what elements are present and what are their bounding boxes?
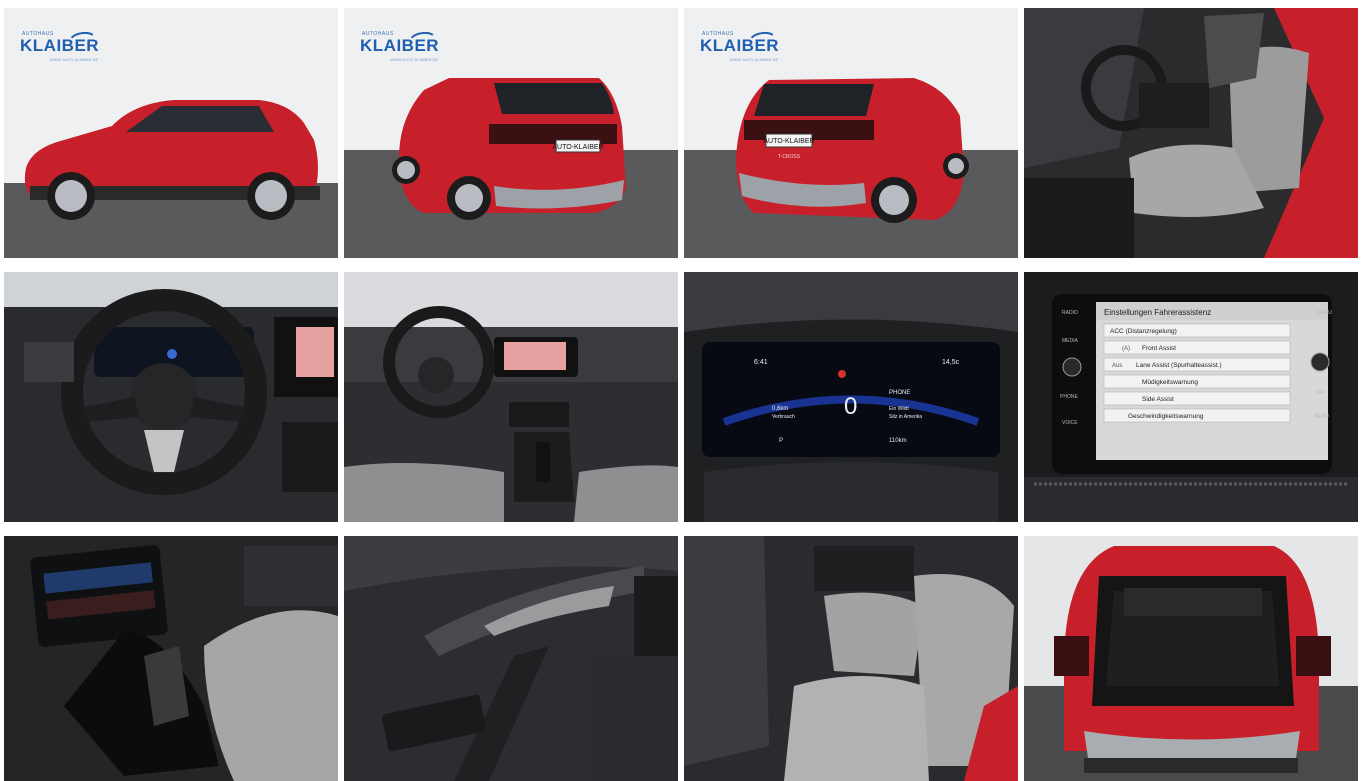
steering-wheel-image bbox=[4, 272, 338, 522]
infotainment-item-4: Müdigkeitswarnung bbox=[1142, 379, 1198, 386]
infotainment-label-a: (A) bbox=[1122, 346, 1130, 352]
photo-side-view[interactable]: AUTOHAUS KLAIBER WWW.AUTO-KLAIBER.DE bbox=[4, 8, 338, 258]
photo-rear-seats[interactable] bbox=[684, 536, 1018, 781]
photo-rear-three-quarter-right[interactable]: AUTO-KLAIBER T-CROSS AUTOHAUS KLAIBER WW… bbox=[684, 8, 1018, 258]
right-knob-icon bbox=[1310, 352, 1330, 372]
btn-media: MEDIA bbox=[1062, 338, 1079, 344]
cluster-gear: P bbox=[779, 438, 783, 444]
rear-badge-text: T-CROSS bbox=[778, 154, 801, 160]
cluster-time: 6:41 bbox=[754, 359, 768, 366]
infotainment-item-1: ACC (Distanzregelung) bbox=[1110, 328, 1177, 335]
btn-radio: RADIO bbox=[1062, 310, 1078, 316]
btn-voice: VOICE bbox=[1062, 420, 1078, 426]
cluster-temp: 14,5c bbox=[942, 359, 960, 366]
photo-trunk[interactable] bbox=[1024, 536, 1358, 781]
door-panel-image bbox=[344, 536, 678, 781]
dealer-logo: AUTOHAUS KLAIBER WWW.AUTO-KLAIBER.DE bbox=[20, 30, 100, 62]
digital-cockpit-image: 6:41 14,5c 0 0,6km Verbrauch PHONE Ein W… bbox=[684, 272, 1018, 522]
photo-dashboard[interactable] bbox=[344, 272, 678, 522]
cluster-range: 110km bbox=[889, 438, 907, 444]
cluster-right-low: Sitz in Amerika bbox=[889, 414, 922, 420]
photo-rear-three-quarter-left[interactable]: AUTO-KLAIBER AUTOHAUS KLAIBER WWW.AUTO-K… bbox=[344, 8, 678, 258]
rear-plate-text-2: AUTO-KLAIBER bbox=[763, 138, 814, 145]
cluster-left-value: 0,6km bbox=[772, 406, 788, 412]
climate-gear-image bbox=[4, 536, 338, 781]
btn-right-1: MENU bbox=[1317, 310, 1332, 316]
dealer-logo: AUTOHAUS KLAIBER WWW.AUTO-KLAIBER.DE bbox=[700, 30, 780, 62]
photo-steering-wheel[interactable] bbox=[4, 272, 338, 522]
photo-climate-gear[interactable] bbox=[4, 536, 338, 781]
photo-digital-cockpit[interactable]: 6:41 14,5c 0 0,6km Verbrauch PHONE Ein W… bbox=[684, 272, 1018, 522]
logo-sub-text: WWW.AUTO-KLAIBER.DE bbox=[50, 57, 99, 62]
btn-right-3: MENU bbox=[1314, 414, 1329, 420]
logo-top-text: AUTOHAUS bbox=[22, 31, 54, 37]
logo-sub-text: WWW.AUTO-KLAIBER.DE bbox=[730, 57, 779, 62]
infotainment-label-aus: Aus bbox=[1112, 363, 1122, 369]
infotainment-item-2: Front Assist bbox=[1142, 345, 1176, 352]
btn-right-2: CAR bbox=[1314, 390, 1325, 396]
dealer-logo: AUTOHAUS KLAIBER WWW.AUTO-KLAIBER.DE bbox=[360, 30, 440, 62]
trunk-image bbox=[1024, 536, 1358, 781]
cluster-right-top: PHONE bbox=[889, 390, 910, 396]
btn-phone: PHONE bbox=[1060, 394, 1078, 400]
infotainment-item-3: Lane Assist (Spurhalteassist.) bbox=[1136, 362, 1222, 369]
photo-door-panel[interactable] bbox=[344, 536, 678, 781]
left-knob-icon bbox=[1062, 357, 1082, 377]
cluster-right-mid: Ein Wildt bbox=[889, 406, 909, 412]
logo-sub-text: WWW.AUTO-KLAIBER.DE bbox=[390, 57, 439, 62]
cluster-speed: 0 bbox=[844, 393, 857, 420]
rear-seats-image bbox=[684, 536, 1018, 781]
infotainment-item-5: Side Assist bbox=[1142, 396, 1174, 403]
photo-gallery-grid: AUTOHAUS KLAIBER WWW.AUTO-KLAIBER.DE AUT… bbox=[0, 0, 1365, 781]
logo-top-text: AUTOHAUS bbox=[702, 31, 734, 37]
infotainment-image: Einstellungen Fahrerassistenz ACC (Dista… bbox=[1024, 272, 1358, 522]
dashboard-image bbox=[344, 272, 678, 522]
rear-plate-text: AUTO-KLAIBER bbox=[552, 144, 603, 151]
photo-front-seats[interactable] bbox=[1024, 8, 1358, 258]
photo-infotainment[interactable]: Einstellungen Fahrerassistenz ACC (Dista… bbox=[1024, 272, 1358, 522]
cluster-left-label: Verbrauch bbox=[772, 414, 795, 420]
infotainment-title: Einstellungen Fahrerassistenz bbox=[1104, 308, 1211, 317]
logo-top-text: AUTOHAUS bbox=[362, 31, 394, 37]
infotainment-item-6: Geschwindigkeitswarnung bbox=[1128, 413, 1204, 420]
front-seats-image bbox=[1024, 8, 1358, 258]
